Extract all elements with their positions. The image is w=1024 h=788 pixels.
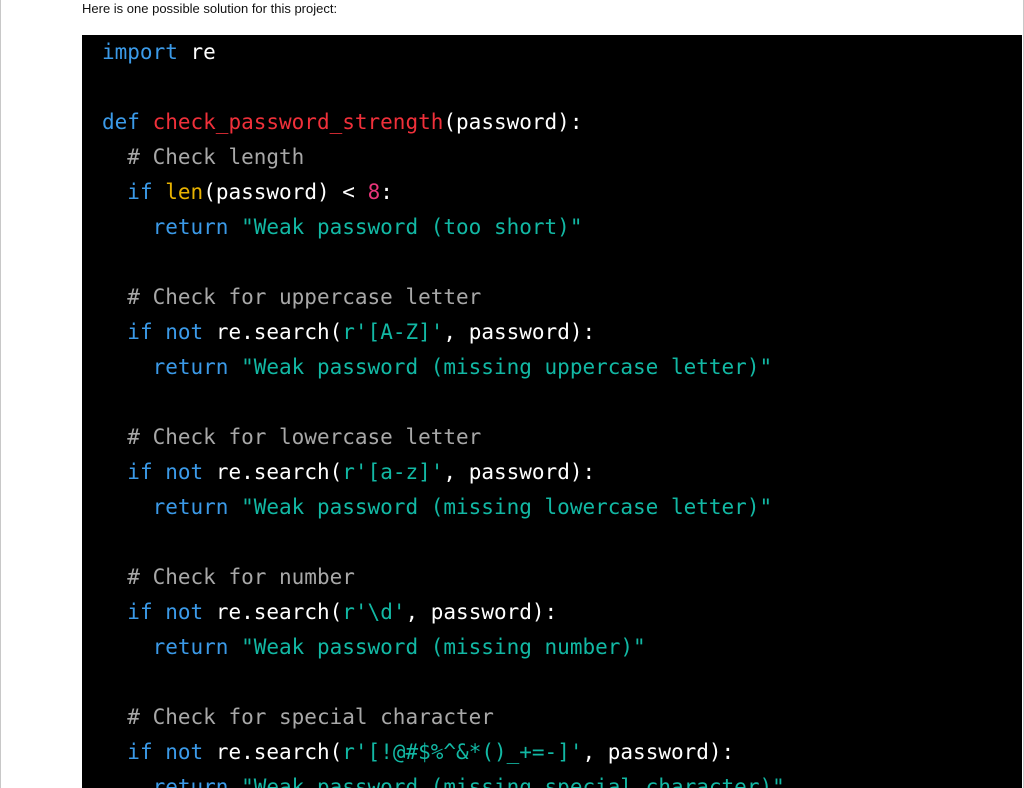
code-line: # Check for lowercase letter (102, 420, 481, 455)
code-token: re.search( (203, 460, 343, 484)
keyword-token: if (127, 320, 153, 344)
code-token: , password): (582, 740, 735, 764)
code-line: return "Weak password (missing number)" (102, 630, 646, 665)
keyword-token: not (165, 600, 204, 624)
function-name-token: check_password_strength (152, 110, 444, 134)
string-token: "Weak password (missing number)" (241, 635, 646, 659)
string-token: "Weak password (missing uppercase letter… (241, 355, 773, 379)
code-line: import re (102, 35, 216, 70)
code-line: if len(password) < 8: (102, 175, 393, 210)
string-token: "Weak password (missing special characte… (241, 775, 785, 788)
keyword-token: if (127, 600, 153, 624)
keyword-token: return (152, 495, 229, 519)
code-line: # Check for number (102, 560, 355, 595)
keyword-token: if (127, 740, 153, 764)
string-token: "Weak password (missing lowercase letter… (241, 495, 773, 519)
keyword-token: not (165, 320, 204, 344)
string-token: r'[a-z]' (342, 460, 444, 484)
comment-token: # Check length (127, 145, 305, 169)
keyword-token: import (102, 40, 178, 64)
comment-token: # Check for uppercase letter (127, 285, 482, 309)
keyword-token: not (165, 460, 204, 484)
code-token: , password): (443, 460, 596, 484)
keyword-token: return (152, 775, 229, 788)
code-token: (password) < (203, 180, 368, 204)
comment-token: # Check for special character (127, 705, 494, 729)
keyword-token: return (152, 355, 229, 379)
code-line: # Check length (102, 140, 304, 175)
code-line: return "Weak password (missing lowercase… (102, 490, 773, 525)
string-token: "Weak password (too short)" (241, 215, 583, 239)
comment-token: # Check for number (127, 565, 355, 589)
code-line: if not re.search(r'[A-Z]', password): (102, 315, 595, 350)
code-token: re.search( (203, 600, 343, 624)
code-token: re (177, 40, 216, 64)
code-token: (password): (443, 110, 583, 134)
builtin-token: len (165, 180, 204, 204)
keyword-token: not (165, 740, 204, 764)
string-token: r'\d' (342, 600, 406, 624)
code-line: if not re.search(r'[a-z]', password): (102, 455, 595, 490)
keyword-token: def (102, 110, 140, 134)
number-token: 8 (367, 180, 381, 204)
code-token: , password): (443, 320, 596, 344)
string-token: r'[A-Z]' (342, 320, 444, 344)
code-block[interactable]: import re def check_password_strength(pas… (82, 35, 1022, 788)
keyword-token: if (127, 460, 153, 484)
code-line: return "Weak password (missing special c… (102, 770, 785, 788)
code-token: re.search( (203, 320, 343, 344)
string-token: r'[!@#$%^&*()_+=-]' (342, 740, 583, 764)
code-token: re.search( (203, 740, 343, 764)
code-token: : (380, 180, 393, 204)
code-line: return "Weak password (missing uppercase… (102, 350, 773, 385)
code-token: , password): (405, 600, 558, 624)
page-left-border (0, 0, 1, 788)
comment-token: # Check for lowercase letter (127, 425, 482, 449)
keyword-token: return (152, 215, 229, 239)
code-line: # Check for special character (102, 700, 494, 735)
keyword-token: return (152, 635, 229, 659)
code-line: # Check for uppercase letter (102, 280, 481, 315)
intro-text: Here is one possible solution for this p… (82, 1, 338, 16)
code-line: def check_password_strength(password): (102, 105, 582, 140)
code-line: if not re.search(r'\d', password): (102, 595, 557, 630)
keyword-token: if (127, 180, 153, 204)
code-line: return "Weak password (too short)" (102, 210, 583, 245)
code-line: if not re.search(r'[!@#$%^&*()_+=-]', pa… (102, 735, 734, 770)
